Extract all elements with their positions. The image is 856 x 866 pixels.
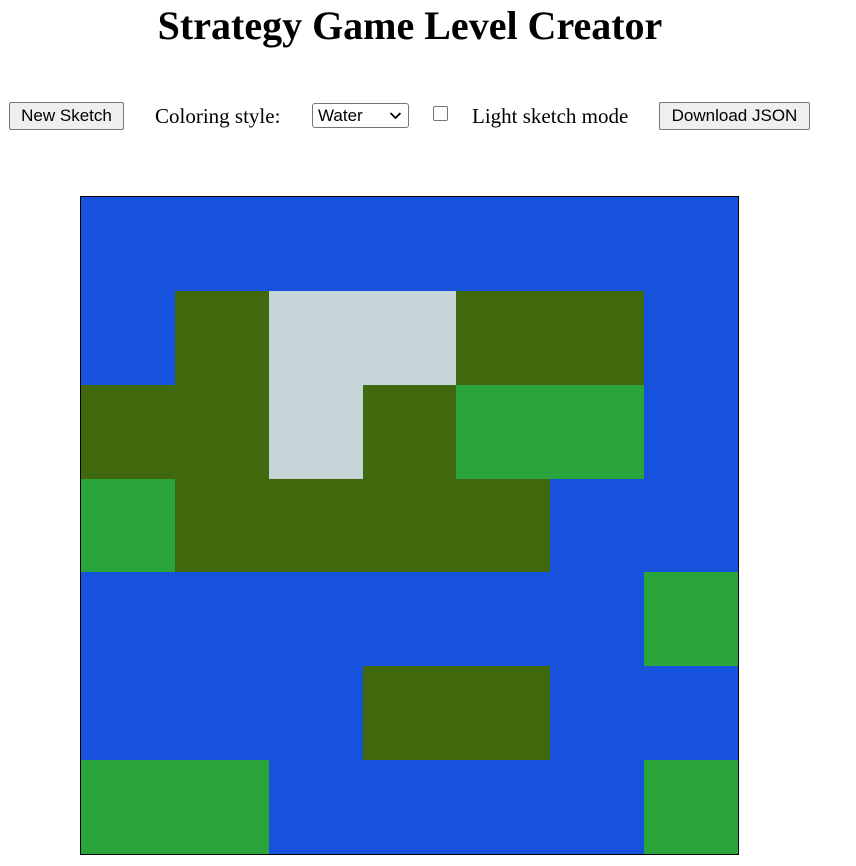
map-tile[interactable] <box>362 572 457 667</box>
map-tile[interactable] <box>174 760 269 854</box>
new-sketch-button[interactable]: New Sketch <box>9 102 124 130</box>
map-tile[interactable] <box>644 666 738 761</box>
map-tile[interactable] <box>456 760 551 854</box>
map-tile[interactable] <box>644 197 738 291</box>
map-tile[interactable] <box>550 760 645 854</box>
map-tile[interactable] <box>81 290 175 385</box>
map-tile[interactable] <box>362 197 457 291</box>
map-tile[interactable] <box>362 666 457 761</box>
chevron-down-icon <box>389 112 402 120</box>
map-tile[interactable] <box>644 760 738 854</box>
map-tile[interactable] <box>362 478 457 573</box>
map-tile[interactable] <box>644 384 738 479</box>
map-tile[interactable] <box>550 197 645 291</box>
light-sketch-label: Light sketch mode <box>472 104 629 128</box>
map-tile[interactable] <box>174 666 269 761</box>
map-tile[interactable] <box>174 197 269 291</box>
map-tile[interactable] <box>550 572 645 667</box>
map-tile[interactable] <box>456 572 551 667</box>
map-tile[interactable] <box>174 478 269 573</box>
download-json-button[interactable]: Download JSON <box>659 102 810 130</box>
map-tile[interactable] <box>644 290 738 385</box>
map-tile[interactable] <box>268 478 363 573</box>
map-tile[interactable] <box>81 760 175 854</box>
map-tile[interactable] <box>174 290 269 385</box>
map-tile[interactable] <box>268 290 363 385</box>
map-tile[interactable] <box>268 666 363 761</box>
map-tile[interactable] <box>268 760 363 854</box>
coloring-style-value: Water <box>318 106 363 125</box>
map-tile[interactable] <box>644 572 738 667</box>
map-tile[interactable] <box>456 290 551 385</box>
map-tile[interactable] <box>362 290 457 385</box>
toolbar: New Sketch Coloring style: Water Light s… <box>0 0 856 140</box>
map-tile[interactable] <box>550 384 645 479</box>
map-tile[interactable] <box>550 478 645 573</box>
map-tile[interactable] <box>456 478 551 573</box>
map-tile[interactable] <box>456 666 551 761</box>
map-tile[interactable] <box>362 384 457 479</box>
map-tile[interactable] <box>268 572 363 667</box>
map-tile[interactable] <box>456 197 551 291</box>
map-tile[interactable] <box>456 384 551 479</box>
coloring-style-label: Coloring style: <box>155 104 281 128</box>
map-tile[interactable] <box>268 197 363 291</box>
map-tile[interactable] <box>174 572 269 667</box>
map-tile[interactable] <box>550 666 645 761</box>
map-tile[interactable] <box>174 384 269 479</box>
map-tile[interactable] <box>81 666 175 761</box>
map-tile[interactable] <box>81 384 175 479</box>
map-tile[interactable] <box>81 478 175 573</box>
light-sketch-checkbox[interactable] <box>433 106 448 121</box>
coloring-style-select[interactable]: Water <box>312 103 409 128</box>
map-tile[interactable] <box>362 760 457 854</box>
map-canvas[interactable] <box>80 196 739 855</box>
map-tile[interactable] <box>81 572 175 667</box>
map-tile[interactable] <box>81 197 175 291</box>
map-tile[interactable] <box>550 290 645 385</box>
map-tile[interactable] <box>644 478 738 573</box>
map-tile[interactable] <box>268 384 363 479</box>
